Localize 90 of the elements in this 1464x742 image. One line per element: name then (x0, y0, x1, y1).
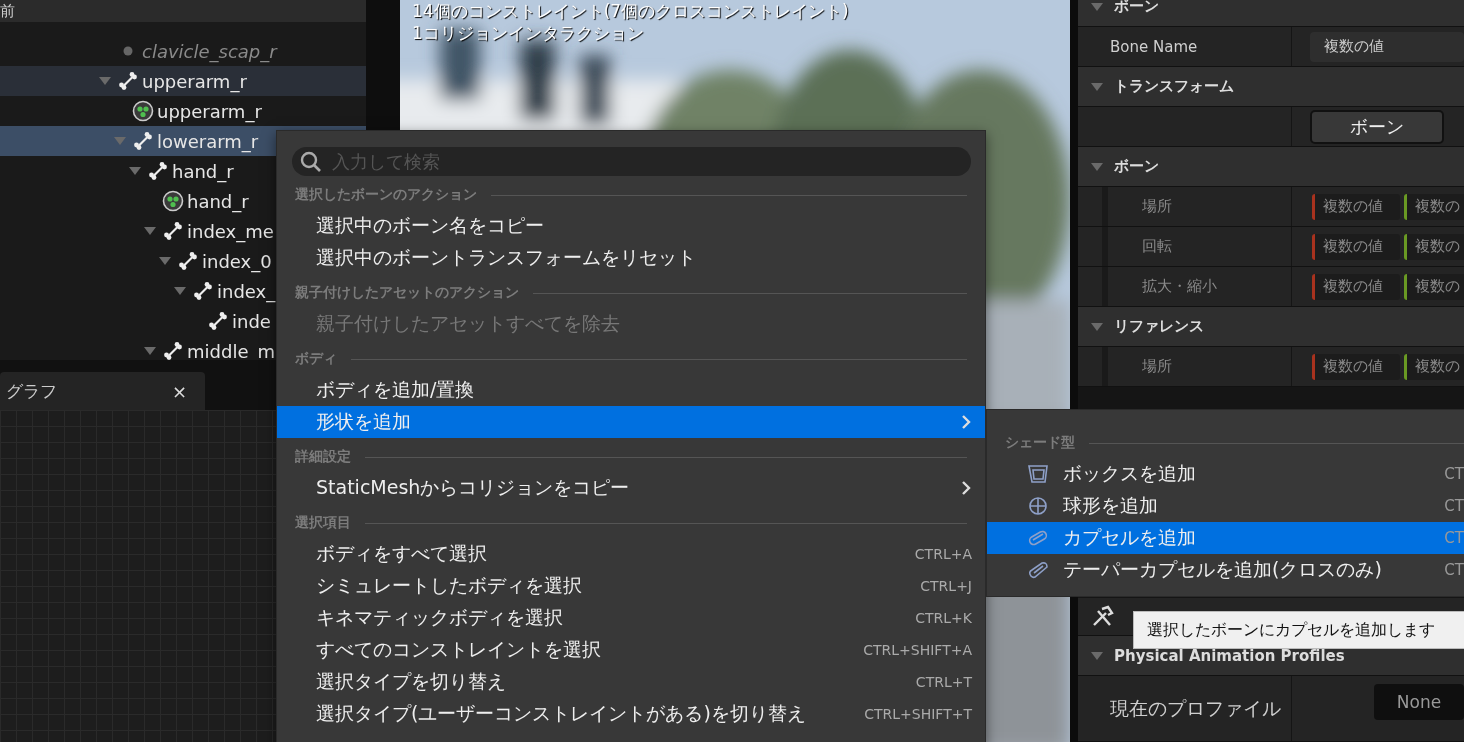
bone-icon (117, 70, 139, 92)
expand-arrow-icon[interactable] (128, 165, 142, 177)
segment-button[interactable]: ボーン (1310, 109, 1444, 144)
property-label: 回転 (1142, 237, 1172, 256)
number-field[interactable]: 複数の値 (1312, 273, 1400, 300)
number-field[interactable]: 複数の値 (1312, 353, 1400, 380)
bone-label: index_ (217, 280, 276, 302)
expand-arrow-icon[interactable] (158, 255, 172, 267)
category-header[interactable]: リファレンス (1078, 307, 1464, 347)
expand-arrow-icon[interactable] (98, 75, 112, 87)
tree-row[interactable]: upperarm_r (0, 66, 366, 96)
menu-item[interactable]: 選択タイプ(ユーザーコンストレイントがある)を切り替え CTRL+SHIFT+T (277, 698, 985, 730)
bone-icon (192, 280, 214, 302)
sphere-wireframe-icon (1027, 496, 1049, 516)
menu-item[interactable]: StaticMeshからコリジョンをコピー (277, 472, 985, 504)
bone-label: inde (232, 310, 271, 332)
number-field[interactable]: 複数の値 (1312, 233, 1400, 260)
number-field[interactable]: 複数の (1404, 353, 1464, 380)
section-heading: 選択したボーンのアクション (295, 186, 477, 204)
menu-item[interactable]: 選択中のボーントランスフォームをリセット (277, 242, 985, 274)
category-header[interactable]: ボーン (1078, 147, 1464, 187)
tooltip: 選択したボーンにカプセルを追加します (1133, 611, 1464, 649)
close-button[interactable]: × (171, 380, 187, 402)
category-header[interactable]: トランスフォーム (1078, 67, 1464, 107)
menu-item[interactable]: テーパーカプセルを追加(クロスのみ) CT (987, 554, 1464, 586)
column-header: 前 (0, 0, 366, 22)
bone-label: hand_r (172, 160, 234, 182)
body-icon (162, 190, 184, 212)
viewport-info-text: 1コリジョンインタラクション (412, 22, 645, 44)
property-label: 現在のプロファイル (1110, 695, 1281, 721)
socket-dot-icon (123, 46, 133, 56)
bone-label: hand_r (187, 190, 249, 212)
menu-item[interactable]: カプセルを追加 CT (987, 522, 1464, 554)
body-icon (132, 100, 154, 122)
section-heading: 選択項目 (295, 514, 351, 532)
expand-arrow-icon[interactable] (1090, 649, 1104, 662)
bone-icon (147, 160, 169, 182)
number-field[interactable]: 複数の (1404, 193, 1464, 220)
expand-arrow-icon[interactable] (143, 345, 157, 357)
section-heading: 詳細設定 (295, 448, 351, 466)
menu-item[interactable]: 選択中のボーン名をコピー (277, 210, 985, 242)
bone-icon (132, 130, 154, 152)
chevron-right-icon (960, 480, 972, 496)
number-field[interactable]: 複数の値 (1312, 193, 1400, 220)
bone-label: upperarm_r (157, 100, 262, 122)
tree-row[interactable]: upperarm_r (0, 96, 366, 126)
expand-arrow-icon[interactable] (1090, 320, 1104, 333)
section-heading: シェード型 (1005, 434, 1075, 452)
property-label: 場所 (1142, 357, 1172, 376)
section-heading: 親子付けしたアセットのアクション (295, 284, 519, 302)
property-label: 場所 (1142, 197, 1172, 216)
viewport-info-text: 14個のコンストレイント(7個のクロスコンストレイント) (412, 0, 849, 22)
bone-icon (162, 220, 184, 242)
section-heading: ボディ (295, 350, 337, 368)
property-label: Bone Name (1110, 37, 1198, 56)
property-label: 拡大・縮小 (1142, 277, 1217, 296)
bone-label: lowerarm_r (157, 130, 259, 152)
menu-item[interactable]: ボディを追加/置換 (277, 374, 985, 406)
menu-item[interactable]: ボディをすべて選択 CTRL+A (277, 538, 985, 570)
bone-label: clavicle_scap_r (142, 40, 277, 62)
expand-arrow-icon[interactable] (1090, 80, 1104, 93)
bone-label: upperarm_r (142, 70, 247, 92)
expand-arrow-icon[interactable] (143, 225, 157, 237)
bone-label: index_0 (202, 250, 272, 272)
box-wireframe-icon (1027, 464, 1049, 484)
search-icon (299, 150, 323, 174)
capsule-wireframe-icon (1027, 528, 1049, 548)
menu-item[interactable]: ボックスを追加 CT (987, 458, 1464, 490)
expand-arrow-icon[interactable] (1090, 160, 1104, 173)
menu-item[interactable]: キネマティックボディを選択 CTRL+K (277, 602, 985, 634)
menu-item[interactable]: シミュレートしたボディを選択 CTRL+J (277, 570, 985, 602)
expand-arrow-icon[interactable] (173, 285, 187, 297)
chevron-right-icon (960, 414, 972, 430)
expand-arrow-icon[interactable] (1090, 0, 1104, 13)
bone-icon (177, 250, 199, 272)
graph-tab[interactable]: グラフ × (0, 372, 205, 410)
profile-dropdown[interactable]: None (1374, 684, 1464, 720)
menu-item[interactable]: 球形を追加 CT (987, 490, 1464, 522)
menu-item[interactable]: 形状を追加 (277, 406, 985, 438)
tree-row[interactable]: clavicle_scap_r (0, 36, 366, 66)
bone-icon (162, 340, 184, 360)
text-field[interactable]: 複数の値 (1310, 31, 1464, 62)
bone-label: index_me (187, 220, 274, 242)
bone-label: middle_m (187, 340, 275, 360)
bone-icon (207, 310, 229, 332)
tapered-capsule-icon (1027, 560, 1049, 580)
menu-item[interactable]: すべてのコンストレイントを選択 CTRL+SHIFT+A (277, 634, 985, 666)
number-field[interactable]: 複数の (1404, 233, 1464, 260)
menu-item[interactable]: 選択タイプを切り替え CTRL+T (277, 666, 985, 698)
number-field[interactable]: 複数の (1404, 273, 1464, 300)
